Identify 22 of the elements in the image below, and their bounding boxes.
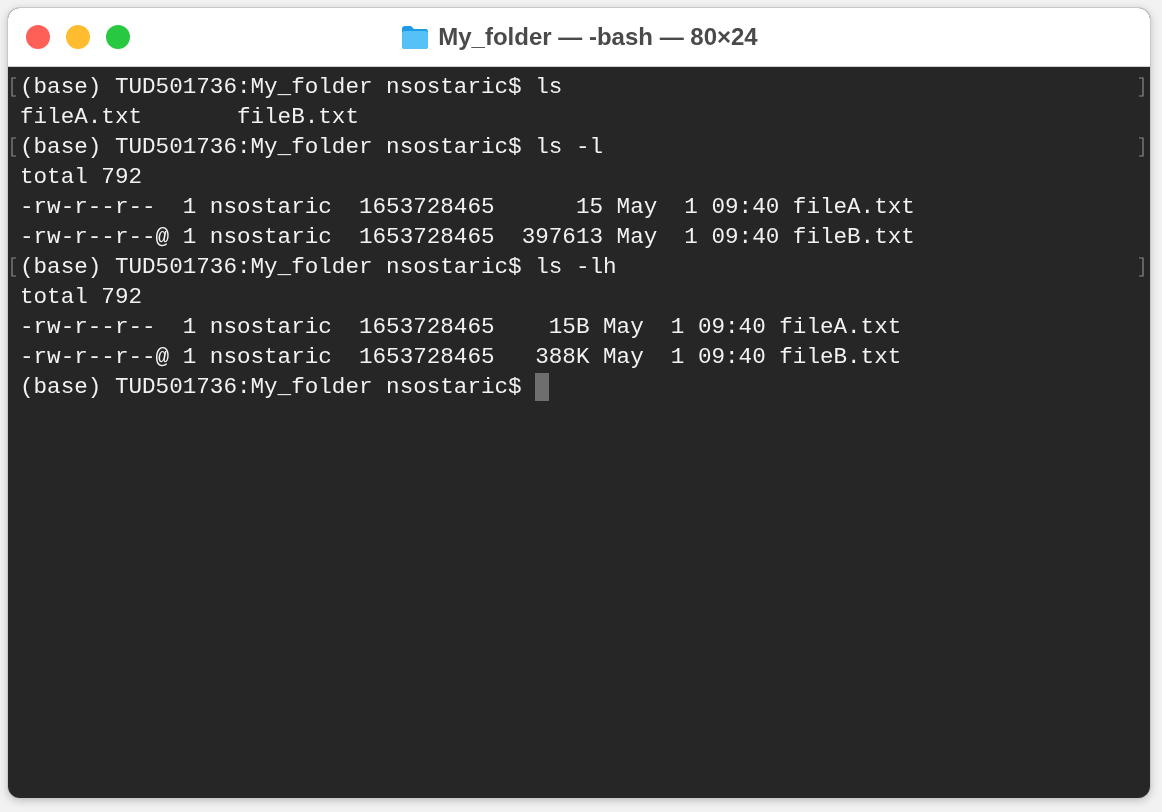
bracket-mark-icon — [1138, 137, 1144, 157]
terminal-line: -rw-r--r-- 1 nsostaric 1653728465 15B May 1 09:40 fileA.txt — [19, 314, 902, 340]
terminal-line: total 792 — [19, 284, 143, 310]
close-button[interactable] — [26, 25, 50, 49]
terminal-line: -rw-r--r--@ 1 nsostaric 1653728465 397613 May 1 09:40 fileB.txt — [19, 224, 915, 250]
folder-icon — [400, 24, 431, 50]
terminal-line: total 792 — [19, 164, 143, 190]
bracket-mark-icon — [11, 137, 17, 157]
terminal-line: (base) TUD501736:My_folder nsostaric$ — [19, 374, 523, 400]
terminal-line: -rw-r--r-- 1 nsostaric 1653728465 15 May 1 09:40 fileA.txt — [19, 194, 915, 220]
zoom-button[interactable] — [106, 25, 130, 49]
terminal-line: -rw-r--r--@ 1 nsostaric 1653728465 388K May 1 09:40 fileB.txt — [19, 344, 902, 370]
terminal-line: (base) TUD501736:My_folder nsostaric$ ls -l — [19, 134, 603, 160]
bracket-mark-icon — [11, 77, 17, 97]
terminal-line: (base) TUD501736:My_folder nsostaric$ ls — [19, 74, 563, 100]
bracket-mark-icon — [1138, 77, 1144, 97]
minimize-button[interactable] — [66, 25, 90, 49]
terminal-line: fileA.txt fileB.txt — [19, 104, 359, 130]
bracket-mark-icon — [11, 257, 17, 277]
terminal-line: (base) TUD501736:My_folder nsostaric$ ls -lh — [19, 254, 617, 280]
window-title: My_folder — -bash — 80×24 — [438, 23, 758, 51]
bracket-mark-icon — [1138, 257, 1144, 277]
